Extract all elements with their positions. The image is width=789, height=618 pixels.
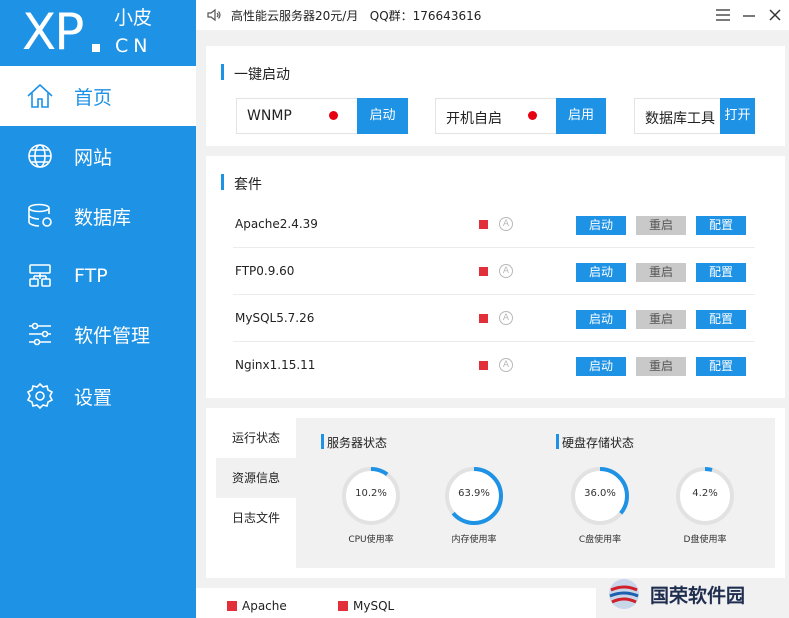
section-marker [321,434,324,449]
c-drive-gauge: 36.0% [570,466,630,526]
mysql-legend-label: MySQL [353,599,395,613]
autostart-enable-button[interactable]: 启用 [556,98,606,134]
suite-name: Apache2.4.39 [235,217,318,231]
memory-usage-label: 内存使用率 [451,535,497,545]
restart-button[interactable]: 重启 [636,310,686,329]
logo-cn-bottom: CN [115,35,153,57]
mysql-status-square [338,601,348,611]
sidebar-item-label: 首页 [74,86,113,109]
d-drive-usage-value: 4.2% [692,488,718,499]
minimize-icon[interactable] [739,5,759,25]
suites-title: 套件 [234,177,262,193]
memory-gauge: 63.9% [444,466,504,526]
config-button[interactable]: 配置 [696,263,746,282]
sidebar-item-settings[interactable]: 设置 [0,366,196,426]
autostart-status-dot [528,111,537,120]
close-icon[interactable] [765,5,785,25]
dbtool-label: 数据库工具 [645,111,715,127]
config-button[interactable]: 配置 [696,216,746,235]
auto-start-indicator[interactable]: A [499,358,513,372]
restart-button[interactable]: 重启 [636,357,686,376]
sidebar-item-software[interactable]: 软件管理 [0,304,196,364]
sidebar-item-label: FTP [74,265,108,287]
notice-text[interactable]: 高性能云服务器20元/月 QQ群：176643616 [231,7,481,24]
sidebar-item-home[interactable]: 首页 [0,66,196,126]
start-button[interactable]: 启动 [576,310,626,329]
sidebar-item-label: 数据库 [74,206,132,229]
cpu-usage-label: CPU使用率 [348,535,394,545]
restart-button[interactable]: 重启 [636,263,686,282]
globe-icon [26,142,54,170]
watermark-text: 国荣软件园 [650,585,746,607]
section-marker [556,434,559,449]
table-row: Nginx1.15.11 A 启动 重启 配置 [233,342,755,389]
status-indicator [479,361,488,370]
server-status-title: 服务器状态 [327,436,388,450]
wnmp-label: WNMP [247,108,292,124]
auto-start-indicator[interactable]: A [499,217,513,231]
section-marker [221,64,224,80]
top-bar: 高性能云服务器20元/月 QQ群：176643616 [196,0,789,30]
status-indicator [479,314,488,323]
c-drive-usage-label: C盘使用率 [578,535,622,545]
start-button[interactable]: 启动 [576,216,626,235]
quickstart-title: 一键启动 [234,67,290,83]
table-row: FTP0.9.60 A 启动 重启 配置 [233,248,755,295]
sidebar: XP 小皮 CN 首页 网站 数据库 FTP 软件管理 设置 [0,0,196,618]
sidebar-item-ftp[interactable]: FTP [0,246,196,306]
status-indicator [479,220,488,229]
menu-icon[interactable] [713,5,733,25]
logo-cn-top: 小皮 [114,7,153,29]
autostart-label: 开机自启 [446,111,502,127]
suite-name: MySQL5.7.26 [235,311,315,325]
section-marker [221,174,224,190]
watermark-logo: 国荣软件园 [606,574,786,614]
disk-status-title: 硬盘存储状态 [562,436,635,450]
dbtool-box: 数据库工具 打开 [634,98,755,134]
config-button[interactable]: 配置 [696,357,746,376]
database-icon [26,202,54,230]
speaker-icon [206,7,222,23]
app-logo: XP 小皮 CN [0,0,196,64]
sidebar-item-website[interactable]: 网站 [0,126,196,186]
resource-gauges: 服务器状态 硬盘存储状态 10.2% CPU使用率 63.9% 内存使用率 36… [296,418,775,568]
start-button[interactable]: 启动 [576,357,626,376]
auto-start-indicator[interactable]: A [499,264,513,278]
gear-icon [26,382,54,410]
apache-status-square [227,601,237,611]
sidebar-item-label: 设置 [74,386,113,409]
wnmp-box: WNMP 启动 [236,98,408,134]
memory-usage-value: 63.9% [458,488,490,499]
wnmp-start-button[interactable]: 启动 [357,98,408,134]
logo-dot [92,44,100,52]
tab-runtime-status[interactable]: 运行状态 [216,418,296,458]
sidebar-item-label: 软件管理 [74,324,151,347]
sliders-icon [26,320,54,348]
start-button[interactable]: 启动 [576,263,626,282]
cpu-gauge: 10.2% [341,466,401,526]
apache-legend-label: Apache [242,599,287,613]
status-indicator [479,267,488,276]
dbtool-open-button[interactable]: 打开 [720,98,755,134]
restart-button[interactable]: 重启 [636,216,686,235]
logo-xp-text: XP [22,3,84,61]
ftp-icon [26,262,54,290]
cpu-usage-value: 10.2% [355,488,387,499]
suite-name: FTP0.9.60 [235,264,295,278]
d-drive-gauge: 4.2% [675,466,735,526]
tab-resource-info[interactable]: 资源信息 [216,458,296,498]
c-drive-usage-value: 36.0% [584,488,616,499]
sidebar-item-label: 网站 [74,146,113,169]
table-row: MySQL5.7.26 A 启动 重启 配置 [233,295,755,342]
sidebar-item-database[interactable]: 数据库 [0,186,196,246]
autostart-box: 开机自启 启用 [435,98,606,134]
suite-name: Nginx1.15.11 [235,358,316,372]
home-icon [26,82,54,110]
table-row: Apache2.4.39 A 启动 重启 配置 [233,201,755,248]
d-drive-usage-label: D盘使用率 [683,535,727,545]
config-button[interactable]: 配置 [696,310,746,329]
auto-start-indicator[interactable]: A [499,311,513,325]
tab-log-files[interactable]: 日志文件 [216,498,296,538]
wnmp-status-dot [329,111,338,120]
